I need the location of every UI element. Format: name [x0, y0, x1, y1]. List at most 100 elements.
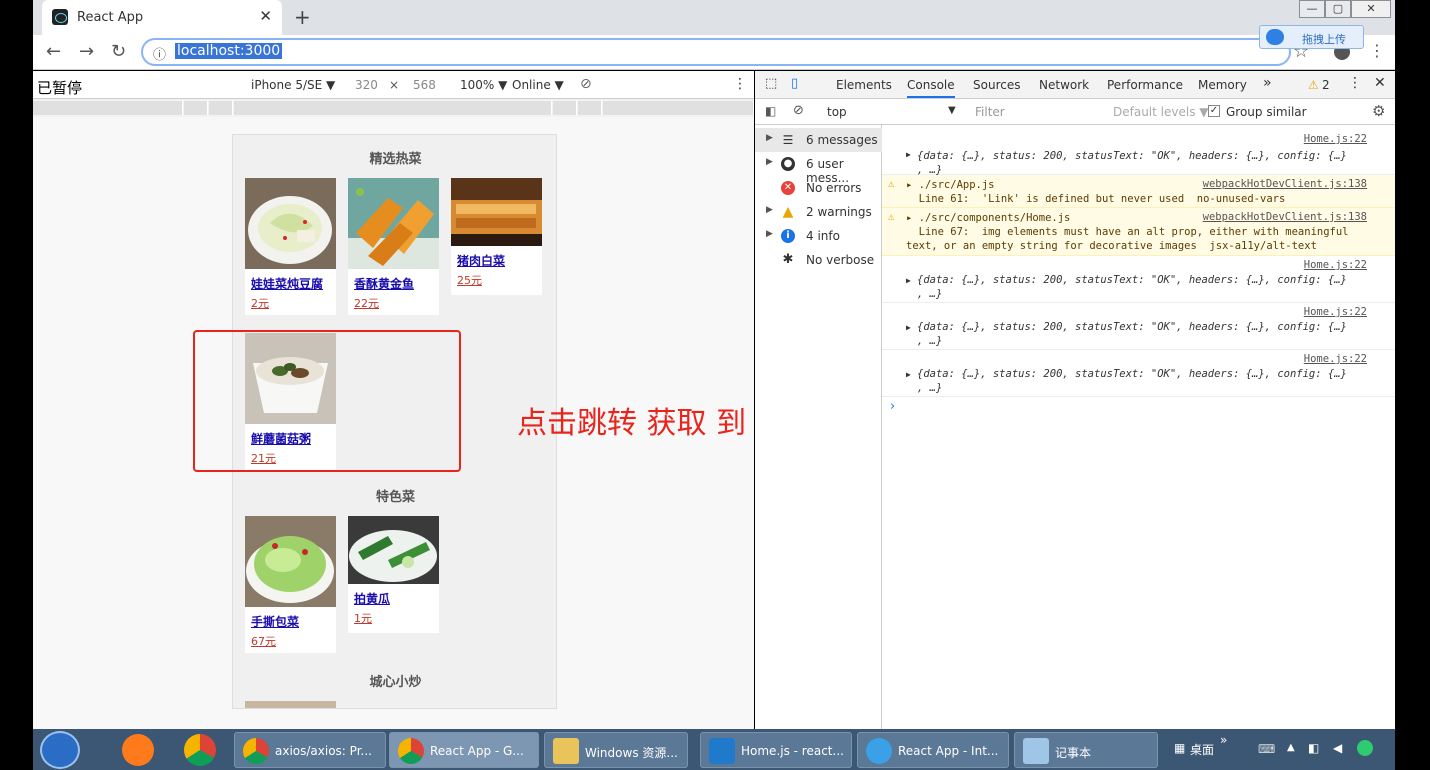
media-query-bar[interactable] [184, 101, 208, 115]
console-log-row[interactable]: Home.js:22 ▶ {data: {…}, status: 200, st… [882, 350, 1395, 397]
url-text[interactable]: localhost:3000 [175, 43, 283, 59]
dish-name-link[interactable]: 拍黄瓜 [348, 584, 439, 608]
window-maximize-button[interactable]: ▢ [1325, 0, 1351, 18]
console-log-row[interactable]: Home.js:22 ▶ {data: {…}, status: 200, st… [882, 256, 1395, 303]
log-object[interactable]: {data: {…}, status: 200, statusText: "OK… [917, 150, 1347, 162]
source-link[interactable]: Home.js:22 [1304, 306, 1367, 318]
tab-close-icon[interactable]: ✕ [259, 7, 272, 25]
tray-app-icon[interactable] [1357, 740, 1373, 756]
expand-arrow-icon[interactable]: ▶ [906, 370, 911, 379]
sidebar-item-messages[interactable]: ▶ ☰ 6 messages [755, 128, 882, 152]
device-more-icon[interactable]: ⋮ [733, 76, 747, 92]
new-tab-button[interactable]: + [294, 5, 311, 29]
expand-arrow-icon[interactable]: ▶ [906, 150, 911, 159]
dish-card-partial[interactable] [245, 701, 336, 708]
dish-price-link[interactable]: 2元 [245, 293, 336, 315]
rotate-icon[interactable]: ⊘ [580, 76, 592, 92]
dish-image-golden-fish[interactable] [348, 178, 439, 269]
dish-card[interactable]: 拍黄瓜 1元 [348, 516, 439, 633]
devtools-close-icon[interactable]: ✕ [1374, 75, 1386, 91]
console-filter-input[interactable]: Filter [975, 105, 1005, 119]
media-query-bar[interactable] [603, 101, 754, 115]
dish-card[interactable]: 娃娃菜炖豆腐 2元 [245, 178, 336, 315]
console-prompt[interactable]: › [890, 399, 895, 414]
dish-image-smashed-cucumber[interactable] [348, 516, 439, 584]
dish-price-link[interactable]: 22元 [348, 293, 439, 315]
clear-console-icon[interactable]: ⊘ [793, 103, 804, 118]
baidu-upload-extension[interactable]: 拖拽上传 [1259, 25, 1364, 49]
menu-kebab-icon[interactable]: ⋮ [1369, 41, 1385, 60]
tab-memory[interactable]: Memory [1198, 78, 1247, 92]
log-levels-select[interactable]: Default levels ▼ [1113, 105, 1209, 119]
dish-price-link[interactable]: 25元 [451, 270, 542, 292]
console-log-row[interactable]: Home.js:22 ▶ {data: {…}, status: 200, st… [882, 303, 1395, 350]
media-query-ruler[interactable] [33, 99, 754, 117]
source-link[interactable]: webpackHotDevClient.js:138 [1203, 211, 1367, 223]
desktop-toolbar-icon[interactable]: ▦ [1174, 741, 1185, 755]
site-info-icon[interactable]: ⓘ [153, 44, 166, 63]
context-select[interactable]: top [827, 105, 847, 119]
media-query-bar[interactable] [209, 101, 233, 115]
warning-title[interactable]: ▸ ./src/App.js [906, 179, 995, 191]
dish-image-shredded-cabbage[interactable] [245, 516, 336, 607]
media-query-bar[interactable] [553, 101, 577, 115]
source-link[interactable]: Home.js:22 [1304, 259, 1367, 271]
dish-card[interactable]: 香酥黄金鱼 22元 [348, 178, 439, 315]
log-object[interactable]: {data: {…}, status: 200, statusText: "OK… [917, 274, 1347, 286]
console-settings-gear-icon[interactable]: ⚙ [1372, 102, 1385, 120]
console-warning-row[interactable]: ⚠ webpackHotDevClient.js:138 ▸ ./src/com… [882, 208, 1395, 256]
expand-arrow-icon[interactable]: ▶ [766, 229, 773, 239]
dish-name-link[interactable]: 手撕包菜 [245, 607, 336, 631]
device-toggle-icon[interactable]: ▯ [791, 76, 798, 91]
expand-arrow-icon[interactable]: ▶ [766, 205, 773, 215]
group-similar-checkbox[interactable]: ✓ [1208, 105, 1220, 117]
expand-arrow-icon[interactable]: ▶ [766, 133, 773, 143]
window-close-button[interactable]: ✕ [1351, 0, 1391, 18]
back-arrow-icon[interactable]: ← [46, 41, 61, 62]
expand-arrow-icon[interactable]: ▶ [766, 157, 773, 167]
media-query-bar[interactable] [234, 101, 552, 115]
tray-expand-icon[interactable]: ▲ [1287, 742, 1295, 753]
firefox-icon[interactable] [122, 734, 154, 766]
width-input[interactable]: 320 [355, 78, 378, 92]
network-tray-icon[interactable]: ◧ [1308, 741, 1319, 755]
dish-name-link[interactable]: 娃娃菜炖豆腐 [245, 269, 336, 293]
sidebar-item-verbose[interactable]: ✱ No verbose [755, 248, 882, 272]
dish-price-link[interactable]: 1元 [348, 608, 439, 630]
dish-image-cabbage-tofu[interactable] [245, 178, 336, 269]
zoom-select[interactable]: 100% ▼ [460, 78, 507, 92]
tab-elements[interactable]: Elements [836, 78, 892, 92]
taskbar-item-notepad[interactable]: 记事本 [1014, 732, 1158, 768]
media-query-bar[interactable] [578, 101, 602, 115]
keyboard-icon[interactable]: ⌨ [1258, 742, 1275, 756]
taskbar-item-vscode[interactable]: Home.js - react... [700, 732, 852, 768]
dish-price-link[interactable]: 67元 [245, 631, 336, 653]
expand-arrow-icon[interactable]: ▶ [906, 276, 911, 285]
source-link[interactable]: Home.js:22 [1304, 133, 1367, 145]
media-query-bar[interactable] [33, 101, 183, 115]
warning-title[interactable]: ▸ ./src/components/Home.js [906, 212, 1070, 224]
dish-card[interactable]: 猪肉白菜 25元 [451, 178, 542, 295]
tab-network[interactable]: Network [1039, 78, 1089, 92]
sidebar-item-user-messages[interactable]: ▶ ● 6 user mess... [755, 152, 882, 185]
start-button-icon[interactable] [40, 731, 80, 769]
forward-arrow-icon[interactable]: → [79, 41, 94, 62]
sidebar-item-warnings[interactable]: ▶ ▲ 2 warnings [755, 200, 882, 224]
desktop-toolbar-label[interactable]: 桌面 [1190, 741, 1214, 758]
device-select[interactable]: iPhone 5/SE ▼ [251, 78, 335, 92]
dish-name-link[interactable]: 香酥黄金鱼 [348, 269, 439, 293]
context-dropdown-icon[interactable]: ▼ [948, 105, 956, 116]
taskbar-item-explorer[interactable]: Windows 资源... [544, 732, 688, 768]
dish-card[interactable]: 手撕包菜 67元 [245, 516, 336, 653]
dish-name-link[interactable]: 猪肉白菜 [451, 246, 542, 270]
log-object[interactable]: {data: {…}, status: 200, statusText: "OK… [917, 368, 1347, 380]
warning-count[interactable]: 2 [1322, 78, 1330, 92]
network-throttle-select[interactable]: Online ▼ [512, 78, 564, 92]
tab-performance[interactable]: Performance [1107, 78, 1183, 92]
inspect-element-icon[interactable]: ⬚ [765, 76, 777, 91]
log-object[interactable]: {data: {…}, status: 200, statusText: "OK… [917, 321, 1347, 333]
devtools-menu-icon[interactable]: ⋮ [1348, 75, 1362, 91]
window-minimize-button[interactable]: — [1299, 0, 1325, 18]
console-warning-row[interactable]: ⚠ webpackHotDevClient.js:138 ▸ ./src/App… [882, 175, 1395, 208]
console-log-row[interactable]: Home.js:22 ▶ {data: {…}, status: 200, st… [882, 130, 1395, 176]
